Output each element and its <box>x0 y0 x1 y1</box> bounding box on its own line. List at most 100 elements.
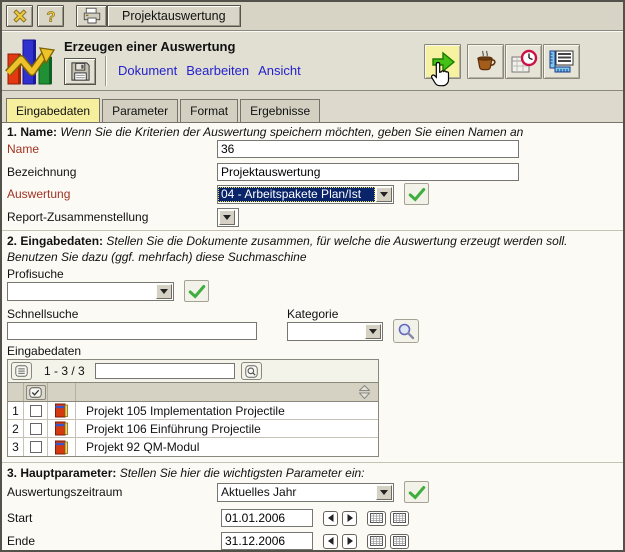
section2-hint: Benutzen Sie dazu (ggf. mehrfach) diese … <box>7 250 307 264</box>
name-input[interactable] <box>217 140 519 158</box>
arrow-right-icon <box>347 537 353 545</box>
bezeichnung-input[interactable] <box>217 163 519 181</box>
project-document-icon <box>55 440 68 455</box>
table-row-title: Projekt 105 Implementation Projectile <box>76 404 378 418</box>
application-window: ? Projektauswertung Erzeu <box>0 0 625 552</box>
table-row-title: Projekt 106 Einführung Projectile <box>76 422 378 436</box>
header: Erzeugen einer Auswertung Dokument Bearb… <box>2 32 623 91</box>
ende-calendar-alt-button[interactable] <box>390 534 409 549</box>
start-next-button[interactable] <box>342 511 357 526</box>
auswertungszeitraum-label: Auswertungszeitraum <box>7 485 217 499</box>
chevron-down-icon[interactable] <box>219 210 235 225</box>
row-checkbox[interactable] <box>30 423 42 435</box>
form-content: 1. Name: Wenn Sie die Kriterien der Ausw… <box>2 123 623 550</box>
profisuche-label: Profisuche <box>7 267 64 281</box>
chevron-down-icon[interactable] <box>156 284 172 299</box>
top-toolbar: ? Projektauswertung <box>2 2 623 31</box>
print-button[interactable] <box>76 5 107 27</box>
calendar-icon <box>393 513 406 523</box>
profisuche-select[interactable] <box>7 282 174 301</box>
tab-eingabedaten[interactable]: Eingabedaten <box>6 98 100 122</box>
table-search-input[interactable] <box>95 363 235 379</box>
check-icon <box>408 187 426 202</box>
ende-label: Ende <box>7 534 217 548</box>
ende-date-input[interactable] <box>221 532 313 550</box>
sort-arrows-icon <box>359 385 370 399</box>
calendar-icon <box>370 536 383 546</box>
ruler-report-icon <box>548 49 576 75</box>
kategorie-label: Kategorie <box>287 307 338 321</box>
ende-prev-button[interactable] <box>323 534 338 549</box>
project-document-icon <box>55 403 68 418</box>
auswertung-confirm-button[interactable] <box>404 183 429 205</box>
check-icon <box>188 284 206 299</box>
menu-item-ansicht[interactable]: Ansicht <box>258 63 301 78</box>
menu-separator <box>105 56 107 86</box>
save-button[interactable] <box>64 58 96 85</box>
ende-calendar-button[interactable] <box>367 534 386 549</box>
select-all-button[interactable] <box>26 385 46 400</box>
table-menu-button[interactable] <box>11 362 32 380</box>
row-checkbox[interactable] <box>30 405 42 417</box>
report-zusammenstellung-label: Report-Zusammenstellung <box>7 210 217 224</box>
close-icon <box>11 7 29 25</box>
kategorie-search-button[interactable] <box>393 319 419 343</box>
background-job-button[interactable] <box>467 44 504 79</box>
project-document-icon <box>55 421 68 436</box>
start-prev-button[interactable] <box>323 511 338 526</box>
table-row[interactable]: 1 Projekt 105 Implementation Projectile <box>8 402 378 420</box>
schnellsuche-label: Schnellsuche <box>7 307 78 321</box>
chevron-down-icon[interactable] <box>376 187 392 202</box>
table-row[interactable]: 2 Projekt 106 Einführung Projectile <box>8 420 378 438</box>
start-calendar-button[interactable] <box>367 511 386 526</box>
tab-format[interactable]: Format <box>180 99 238 122</box>
document-tab-label: Projektauswertung <box>122 9 226 23</box>
schedule-button[interactable] <box>505 44 542 79</box>
checkbox-checked-icon <box>29 387 42 398</box>
table-toolbar: 1 - 3 / 3 <box>8 360 378 383</box>
chevron-down-icon[interactable] <box>376 485 392 500</box>
close-button[interactable] <box>6 5 33 27</box>
coffee-cup-icon <box>473 49 499 75</box>
table-search-button[interactable] <box>241 362 262 380</box>
table-row[interactable]: 3 Projekt 92 QM-Modul <box>8 438 378 456</box>
calendar-clock-icon <box>510 49 538 75</box>
search-icon <box>397 322 415 340</box>
auswertungszeitraum-select[interactable]: Aktuelles Jahr <box>217 483 394 502</box>
row-checkbox[interactable] <box>30 441 42 453</box>
bezeichnung-label: Bezeichnung <box>7 165 217 179</box>
tab-bar: Eingabedaten Parameter Format Ergebnisse <box>2 91 623 123</box>
ende-next-button[interactable] <box>342 534 357 549</box>
report-zusammenstellung-select[interactable] <box>217 208 239 227</box>
sort-toggle[interactable] <box>359 385 370 402</box>
calendar-icon <box>393 536 406 546</box>
zeitraum-confirm-button[interactable] <box>404 481 429 503</box>
hand-cursor-icon <box>429 61 453 89</box>
help-icon: ? <box>42 6 60 26</box>
printer-icon <box>82 7 102 25</box>
search-icon <box>245 365 258 378</box>
menu-item-bearbeiten[interactable]: Bearbeiten <box>186 63 249 78</box>
schnellsuche-input[interactable] <box>7 322 257 340</box>
table-header-row <box>8 383 378 402</box>
list-menu-icon <box>15 365 28 377</box>
chevron-down-icon[interactable] <box>365 324 381 339</box>
menu-item-dokument[interactable]: Dokument <box>118 63 177 78</box>
tab-ergebnisse[interactable]: Ergebnisse <box>240 99 320 122</box>
table-row-title: Projekt 92 QM-Modul <box>76 440 378 454</box>
profisuche-confirm-button[interactable] <box>184 280 209 302</box>
auswertung-select[interactable]: 04 - Arbeitspakete Plan/Ist <box>217 185 394 204</box>
start-date-input[interactable] <box>221 509 313 527</box>
eingabedaten-list-label: Eingabedaten <box>7 344 81 358</box>
start-calendar-alt-button[interactable] <box>390 511 409 526</box>
auswertung-label: Auswertung <box>7 187 217 201</box>
report-layout-button[interactable] <box>543 44 580 79</box>
save-floppy-icon <box>70 61 91 82</box>
section3-heading: 3. Hauptparameter: Stellen Sie hier die … <box>7 466 365 480</box>
kategorie-select[interactable] <box>287 322 383 341</box>
tab-parameter[interactable]: Parameter <box>102 99 178 122</box>
pagination-text: 1 - 3 / 3 <box>44 364 85 378</box>
help-button[interactable]: ? <box>37 5 64 27</box>
page-title: Erzeugen einer Auswertung <box>64 39 235 54</box>
document-tab[interactable]: Projektauswertung <box>107 5 241 27</box>
